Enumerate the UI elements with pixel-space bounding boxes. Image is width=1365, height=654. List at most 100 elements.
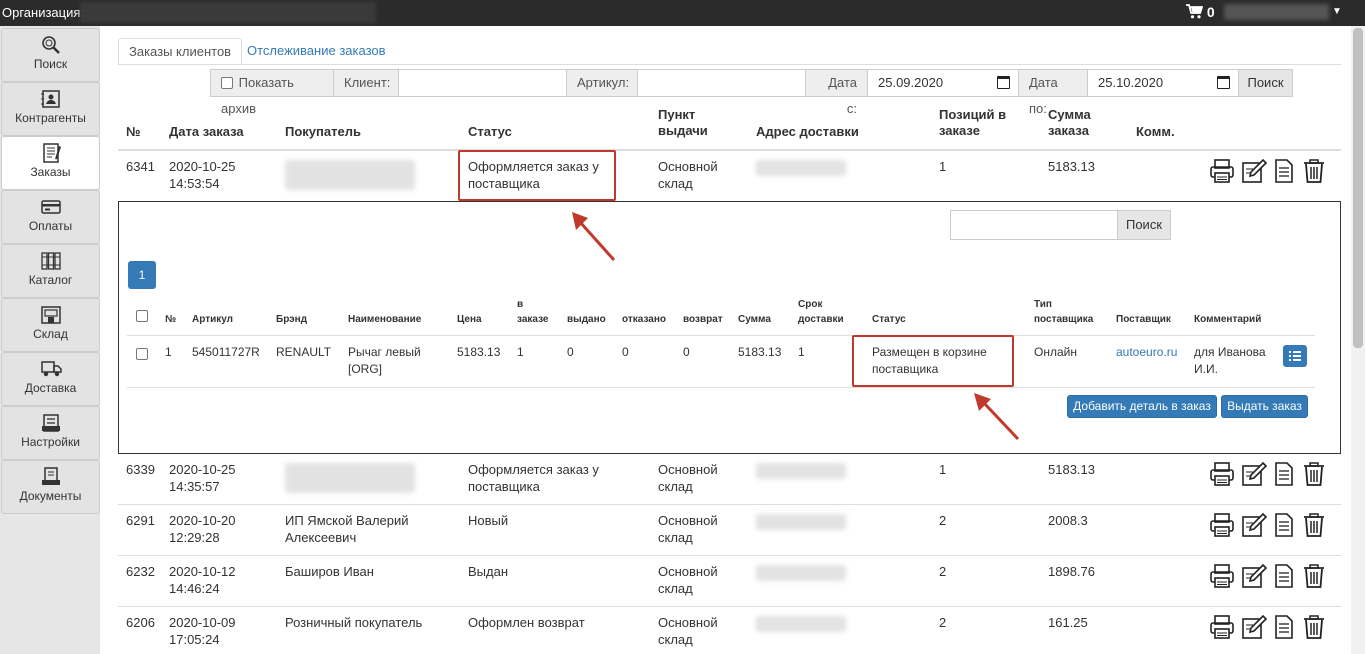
sidebar-item-label: Каталог: [28, 273, 73, 287]
date-from-value: 25.09.2020: [878, 75, 944, 90]
address-redacted: [756, 463, 846, 479]
archive-toggle[interactable]: Показать архив: [210, 69, 334, 116]
tab-client-orders[interactable]: Заказы клиентов: [118, 38, 243, 65]
detail-search-input[interactable]: [950, 210, 1118, 240]
buyer-redacted: [285, 160, 415, 190]
sidebar: Поиск Контрагенты Заказы Оплаты Каталог …: [0, 26, 100, 654]
cart-count: 0: [1206, 4, 1215, 20]
article-input[interactable]: [637, 69, 806, 97]
print-icon[interactable]: [1209, 563, 1235, 589]
client-input[interactable]: [398, 69, 567, 97]
trash-icon[interactable]: [1301, 512, 1327, 538]
sidebar-item-delivery[interactable]: Доставка: [1, 352, 100, 406]
item-details-button[interactable]: [1283, 345, 1307, 367]
order-sum: 5183.13: [1048, 159, 1095, 174]
item-brand: RENAULT: [276, 345, 332, 359]
archive-checkbox[interactable]: [221, 77, 233, 89]
detail-col-issued: выдано: [567, 314, 606, 325]
trash-icon[interactable]: [1301, 614, 1327, 640]
edit-icon[interactable]: [1241, 563, 1267, 589]
order-date: 2020-10-25 14:53:54: [169, 159, 236, 191]
sidebar-item-settings[interactable]: Настройки: [1, 406, 100, 460]
row-actions: [1209, 512, 1329, 538]
col-date: Дата заказа: [169, 124, 244, 139]
sidebar-item-orders[interactable]: Заказы: [1, 136, 100, 190]
detail-header-divider: [127, 335, 1315, 336]
edit-icon[interactable]: [1241, 614, 1267, 640]
row-checkbox[interactable]: [136, 348, 148, 360]
date-to-value: 25.10.2020: [1098, 75, 1164, 90]
detail-col-delivery: Срок доставки: [798, 299, 844, 325]
sidebar-item-payments[interactable]: Оплаты: [1, 190, 100, 244]
order-sum: 1898.76: [1048, 564, 1095, 579]
positions-count: 1: [939, 462, 947, 477]
print-icon[interactable]: [1209, 614, 1235, 640]
calendar-icon[interactable]: [997, 76, 1010, 89]
pickup-point: Основной склад: [658, 564, 718, 596]
print-icon[interactable]: [1209, 158, 1235, 184]
document-icon[interactable]: [1271, 158, 1297, 184]
document-icon[interactable]: [1271, 461, 1297, 487]
sidebar-item-label: Заказы: [30, 165, 71, 179]
scrollbar-thumb[interactable]: [1353, 28, 1363, 348]
sidebar-item-documents[interactable]: Документы: [1, 460, 100, 514]
add-part-button[interactable]: Добавить деталь в заказ: [1067, 395, 1217, 418]
edit-icon[interactable]: [1241, 461, 1267, 487]
filter-search-button[interactable]: Поиск: [1238, 69, 1293, 97]
col-buyer: Покупатель: [285, 124, 361, 139]
sidebar-item-label: Доставка: [24, 381, 77, 395]
tab-order-tracking[interactable]: Отслеживание заказов: [237, 38, 396, 65]
date-to-input[interactable]: 25.10.2020: [1087, 69, 1239, 97]
item-in-order: 1: [517, 345, 524, 359]
user-menu[interactable]: [1224, 4, 1329, 20]
issue-order-button[interactable]: Выдать заказ: [1221, 395, 1308, 418]
print-icon[interactable]: [1209, 512, 1235, 538]
page-1-button[interactable]: 1: [128, 261, 156, 289]
detail-search-button[interactable]: Поиск: [1117, 210, 1171, 240]
trash-icon[interactable]: [1301, 158, 1327, 184]
document-icon[interactable]: [1271, 563, 1297, 589]
item-article: 545011727R: [192, 345, 260, 359]
sidebar-item-search[interactable]: Поиск: [1, 28, 100, 82]
document-icon[interactable]: [1271, 614, 1297, 640]
row-actions: [1209, 563, 1329, 589]
cart-button[interactable]: 0: [1186, 4, 1215, 20]
sidebar-item-catalog[interactable]: Каталог: [1, 244, 100, 298]
sidebar-item-contacts[interactable]: Контрагенты: [1, 82, 100, 136]
row-actions: [1209, 461, 1329, 487]
address-redacted: [756, 514, 846, 530]
item-comment: для Иванова И.И.: [1194, 345, 1266, 376]
organization-select[interactable]: [80, 2, 376, 23]
warehouse-icon: [40, 306, 61, 324]
select-all-checkbox[interactable]: [136, 310, 148, 322]
client-label: Клиент:: [333, 69, 399, 97]
detail-row-divider: [127, 387, 1315, 388]
calendar-icon[interactable]: [1217, 76, 1230, 89]
edit-icon[interactable]: [1241, 158, 1267, 184]
item-supplier-link[interactable]: autoeuro.ru: [1116, 344, 1177, 361]
print-icon[interactable]: [1209, 461, 1235, 487]
orders-icon: [42, 143, 61, 163]
sidebar-item-warehouse[interactable]: Склад: [1, 298, 100, 352]
order-number: 6206: [126, 615, 155, 630]
order-date: 2020-10-12 14:46:24: [169, 564, 236, 596]
sidebar-item-label: Настройки: [21, 435, 80, 449]
order-date: 2020-10-09 17:05:24: [169, 615, 236, 647]
chevron-down-icon[interactable]: ▼: [1332, 6, 1342, 17]
order-detail-panel: Поиск 1 № Артикул Брэнд Наименование Цен…: [118, 201, 1341, 454]
edit-icon[interactable]: [1241, 512, 1267, 538]
sidebar-item-label: Документы: [19, 489, 82, 503]
list-icon: [1289, 351, 1301, 361]
order-date: 2020-10-20 12:29:28: [169, 513, 236, 545]
address-redacted: [756, 160, 846, 176]
article-label: Артикул:: [566, 69, 638, 97]
trash-icon[interactable]: [1301, 563, 1327, 589]
detail-col-sum: Сумма: [738, 314, 771, 325]
date-from-input[interactable]: 25.09.2020: [867, 69, 1019, 97]
page-scrollbar[interactable]: [1351, 26, 1365, 654]
detail-col-returned: возврат: [683, 314, 723, 325]
organization-label: Организация:: [2, 5, 85, 20]
settings-icon: [41, 414, 60, 432]
document-icon[interactable]: [1271, 512, 1297, 538]
trash-icon[interactable]: [1301, 461, 1327, 487]
